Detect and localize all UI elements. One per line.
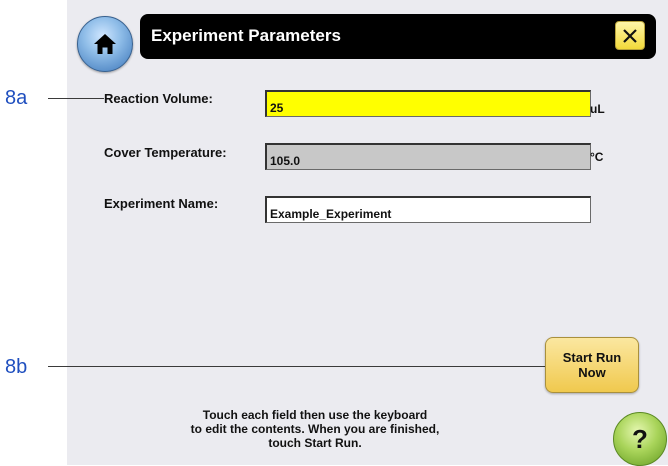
callout-8b-line [48,366,545,367]
close-button[interactable] [615,21,645,50]
home-icon [94,34,116,54]
reaction-volume-unit: uL [590,102,605,116]
instructions-text: Touch each field then use the keyboard t… [190,408,440,450]
page-title: Experiment Parameters [151,26,341,45]
title-bar: Experiment Parameters [140,14,656,59]
experiment-name-field[interactable]: Example_Experiment [265,196,591,223]
home-button[interactable] [77,16,133,72]
help-button[interactable]: ? [613,412,667,466]
callout-8a: 8a [5,87,28,109]
close-icon [623,28,637,43]
start-run-label-line1: Start Run [562,350,622,365]
experiment-name-label: Experiment Name: [104,196,219,211]
help-icon: ? [632,423,648,454]
cover-temperature-unit: °C [590,150,604,164]
touchscreen-panel [67,0,668,465]
reaction-volume-field[interactable]: 25 [265,90,591,117]
callout-8a-line [48,98,104,99]
instructions-line2: to edit the contents. When you are finis… [190,422,440,436]
start-run-button[interactable]: Start Run Now [545,337,639,393]
callout-8b: 8b [5,356,28,378]
instructions-line3: touch Start Run. [268,436,362,450]
cover-temperature-field[interactable]: 105.0 [265,143,591,170]
start-run-label-line2: Now [578,365,606,380]
instructions-line1: Touch each field then use the keyboard [202,408,428,422]
cover-temperature-label: Cover Temperature: [104,145,227,160]
reaction-volume-label: Reaction Volume: [104,91,213,106]
